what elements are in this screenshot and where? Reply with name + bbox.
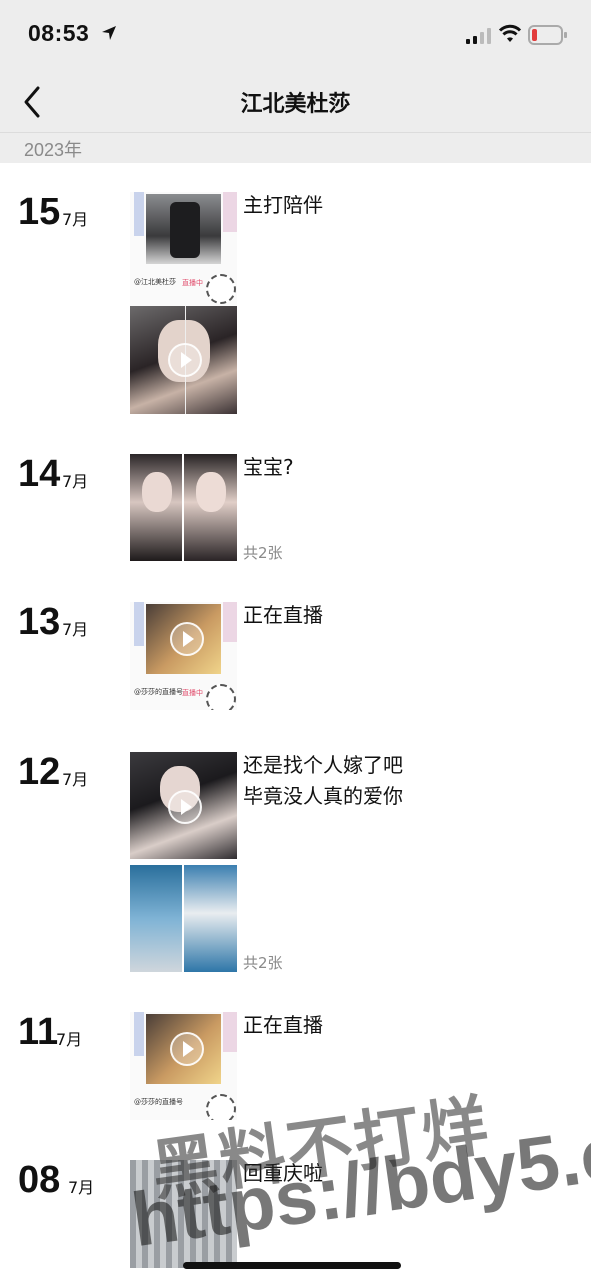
qr-code [206, 274, 236, 304]
post-caption: 正在直播 [243, 603, 323, 627]
play-icon [168, 790, 202, 824]
year-label: 2023年 [24, 140, 83, 160]
post-video-thumbnail[interactable]: @江北美杜莎 直播中 [130, 192, 237, 414]
home-indicator[interactable] [183, 1262, 401, 1269]
post-day: 11 [18, 1011, 59, 1053]
nav-bar: 江北美杜莎 [0, 70, 591, 133]
post-day: 13 [18, 601, 61, 643]
post-caption: 还是找个人嫁了吧 毕竟没人真的爱你 [243, 753, 403, 808]
post-photo-thumbnail[interactable] [130, 454, 182, 561]
wifi-icon [498, 24, 522, 42]
card-live-tag: 直播中 [182, 279, 203, 287]
play-icon [170, 622, 204, 656]
post-video-thumbnail[interactable]: @莎莎的直播号 [130, 1012, 237, 1120]
page-title: 江北美杜莎 [240, 92, 351, 117]
year-header: 2023年 [0, 133, 591, 163]
location-arrow-icon [102, 26, 116, 40]
play-icon [170, 1032, 204, 1066]
post-day: 14 [18, 453, 61, 495]
signal-icon [466, 28, 491, 44]
post-video-thumbnail[interactable]: @莎莎的直播号 直播中 [130, 602, 237, 710]
status-bar: 08:53 [0, 0, 591, 70]
card-handle: @莎莎的直播号 [134, 688, 183, 696]
post-month: 7月 [56, 1030, 83, 1049]
post-caption: 宝宝? [243, 455, 294, 479]
card-handle: @莎莎的直播号 [134, 1098, 183, 1106]
play-icon [168, 343, 202, 377]
post-day: 12 [18, 751, 61, 793]
post-caption: 正在直播 [243, 1013, 323, 1037]
post-photo-thumbnail[interactable] [130, 865, 182, 972]
card-live-tag: 直播中 [182, 689, 203, 697]
post-month: 7月 [62, 770, 89, 789]
post-month: 7月 [62, 620, 89, 639]
qr-code [206, 684, 236, 710]
post-photo-thumbnail[interactable] [184, 865, 237, 972]
post-month: 7月 [68, 1178, 95, 1197]
status-time: 08:53 [28, 20, 90, 46]
battery-icon [528, 25, 567, 45]
post-photo-thumbnail[interactable] [184, 454, 237, 561]
post-day: 15 [18, 191, 61, 233]
post-month: 7月 [62, 210, 89, 229]
photo-count: 共2张 [243, 954, 283, 972]
card-handle: @江北美杜莎 [134, 278, 176, 286]
post-video-thumbnail[interactable] [130, 752, 237, 859]
photo-count: 共2张 [243, 544, 283, 562]
post-caption: 主打陪伴 [243, 193, 323, 217]
post-month: 7月 [62, 472, 89, 491]
post-day: 08 [18, 1159, 61, 1201]
